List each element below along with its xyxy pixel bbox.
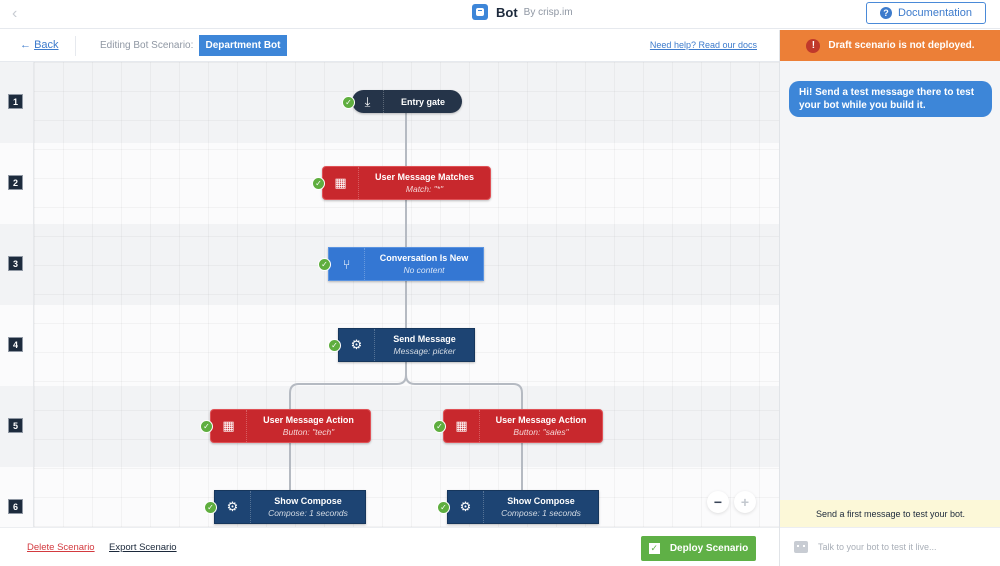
node-title: User Message Matches: [374, 172, 475, 182]
flow-node-action-tech[interactable]: ▦ User Message Action Button: "tech": [210, 409, 371, 443]
node-subtitle: No content: [403, 265, 445, 275]
node-subtitle: Message: picker: [393, 346, 456, 356]
flow-node-action-sales[interactable]: ▦ User Message Action Button: "sales": [443, 409, 603, 443]
header-divider: [75, 36, 76, 56]
connector-send-branch-right: [405, 374, 523, 409]
node-text: Show Compose Compose: 1 seconds: [484, 491, 598, 523]
flow-node-send[interactable]: ⚙ Send Message Message: picker: [338, 328, 475, 362]
node-valid-check-icon: ✓: [204, 501, 217, 514]
scenario-canvas[interactable]: 123456 ⤓ Entry gate ✓ ▦ User Message Matches…: [0, 62, 779, 527]
node-text: User Message Matches Match: "*": [359, 167, 490, 199]
node-subtitle: Button: "tech": [282, 427, 335, 437]
node-title: Show Compose: [274, 496, 342, 506]
node-text: Conversation Is New No content: [365, 248, 483, 280]
scenario-name-button[interactable]: Department Bot: [199, 35, 287, 56]
node-text: Entry gate: [384, 90, 462, 113]
documentation-label: Documentation: [898, 7, 972, 19]
delete-scenario-link[interactable]: Delete Scenario: [27, 542, 95, 553]
app-by: By crisp.im: [523, 6, 573, 18]
deploy-label: Deploy Scenario: [669, 543, 749, 554]
node-title: User Message Action: [495, 415, 587, 425]
arrow-left-icon: ←: [20, 39, 31, 51]
node-valid-check-icon: ✓: [312, 177, 325, 190]
connector-send-branch-left: [289, 362, 407, 409]
calendar-icon: ▦: [323, 167, 359, 199]
bot-message-bubble: Hi! Send a test message there to test yo…: [789, 81, 992, 117]
app-topbar: ‹ Bot By crisp.im ? Documentation: [0, 0, 1000, 29]
calendar-icon: ▦: [211, 410, 247, 442]
node-text: Show Compose Compose: 1 seconds: [251, 491, 365, 523]
editing-label: Editing Bot Scenario:: [100, 40, 194, 51]
node-valid-check-icon: ✓: [200, 420, 213, 433]
branch-icon: ⑂: [329, 248, 365, 280]
bot-logo-icon: [472, 4, 488, 20]
bot-chat-icon: [794, 541, 808, 553]
deploy-scenario-button[interactable]: ✓ Deploy Scenario: [641, 536, 756, 561]
node-subtitle: Button: "sales": [513, 427, 569, 437]
node-text: User Message Action Button: "sales": [480, 410, 602, 442]
draft-warning-banner: ! Draft scenario is not deployed.: [780, 30, 1000, 61]
draft-warning-text: Draft scenario is not deployed.: [828, 40, 975, 51]
node-valid-check-icon: ✓: [433, 420, 446, 433]
flow-node-match[interactable]: ▦ User Message Matches Match: "*": [322, 166, 491, 200]
warning-icon: !: [806, 38, 821, 53]
gears-icon: ⚙: [448, 491, 484, 523]
flow-node-entry[interactable]: ⤓ Entry gate: [352, 90, 462, 113]
gears-icon: ⚙: [215, 491, 251, 523]
zoom-out-button[interactable]: −: [707, 491, 729, 513]
flow-node-compose-tech[interactable]: ⚙ Show Compose Compose: 1 seconds: [214, 490, 366, 524]
editor-footer: Delete Scenario Export Scenario ✓ Deploy…: [0, 527, 779, 566]
back-label: Back: [34, 39, 59, 51]
node-text: User Message Action Button: "tech": [247, 410, 370, 442]
export-scenario-link[interactable]: Export Scenario: [109, 542, 177, 553]
node-title: Entry gate: [400, 96, 445, 107]
test-hint: Send a first message to test your bot.: [780, 500, 1000, 527]
help-docs-link[interactable]: Need help? Read our docs: [650, 40, 757, 50]
node-valid-check-icon: ✓: [437, 501, 450, 514]
connector-lines: [289, 112, 523, 490]
app-title: Bot By crisp.im: [472, 4, 573, 20]
node-subtitle: Match: "*": [405, 184, 444, 194]
calendar-icon: ▦: [444, 410, 480, 442]
documentation-button[interactable]: ? Documentation: [866, 2, 986, 24]
back-link[interactable]: ← Back: [20, 39, 59, 51]
node-valid-check-icon: ✓: [342, 95, 355, 109]
chat-message-input[interactable]: [818, 542, 988, 552]
chat-composer: [780, 527, 1000, 566]
node-title: Conversation Is New: [379, 253, 469, 263]
zoom-in-button[interactable]: +: [734, 491, 756, 513]
nav-back-chevron-icon[interactable]: ‹: [12, 5, 17, 23]
node-subtitle: Compose: 1 seconds: [501, 508, 581, 518]
node-title: User Message Action: [263, 415, 354, 425]
test-chat-panel: ! Draft scenario is not deployed. Hi! Se…: [779, 30, 1000, 566]
node-title: Send Message: [393, 334, 456, 344]
editor-header: ← Back Editing Bot Scenario: Department …: [0, 30, 779, 62]
download-icon: ⤓: [352, 90, 384, 113]
node-valid-check-icon: ✓: [318, 258, 331, 271]
checkbox-icon: ✓: [648, 543, 660, 554]
node-title: Show Compose: [507, 496, 575, 506]
flow-node-compose-sales[interactable]: ⚙ Show Compose Compose: 1 seconds: [447, 490, 599, 524]
node-text: Send Message Message: picker: [375, 329, 474, 361]
gears-icon: ⚙: [339, 329, 375, 361]
node-valid-check-icon: ✓: [328, 339, 341, 352]
app-name: Bot: [496, 4, 518, 20]
flow-node-new[interactable]: ⑂ Conversation Is New No content: [328, 247, 484, 281]
help-circle-icon: ?: [880, 7, 892, 19]
node-subtitle: Compose: 1 seconds: [268, 508, 348, 518]
